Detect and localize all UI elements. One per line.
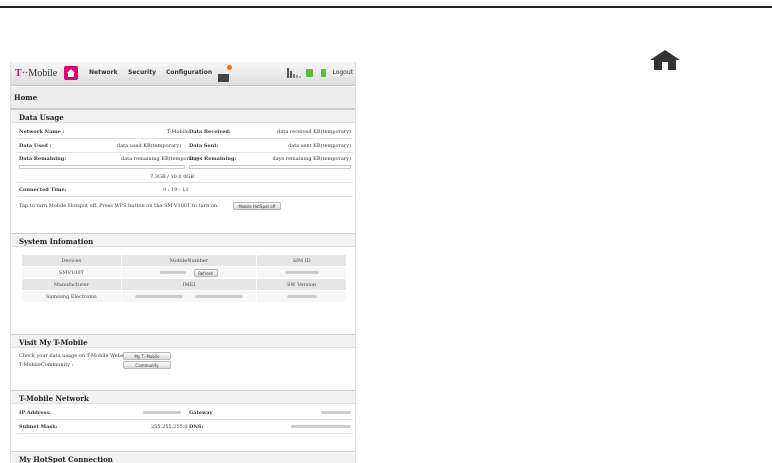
home-icon[interactable] (650, 50, 680, 70)
table-row: Manufacturer IMEI SW Version (21, 278, 347, 291)
logout-link[interactable]: Logout (332, 69, 353, 76)
data-remaining-row: Data Remaining: data remaining KB(tempor… (17, 153, 353, 183)
table-row: SMV100T Refresh (21, 266, 347, 279)
table-row: Samsung Electronis (21, 290, 347, 303)
data-usage-progress-bar (19, 165, 185, 169)
wifi-icon (306, 69, 313, 77)
imei-value-2 (194, 294, 243, 298)
house-icon (67, 69, 75, 77)
ip-address-value (143, 411, 181, 414)
network-name-row: Network Name : T-Mobile Data Received: d… (17, 125, 353, 139)
my-tmobile-button[interactable]: My T··Mobile (123, 352, 171, 360)
usage-readout: 7.3GB / 10.0 0GB (150, 174, 195, 180)
imei-value (135, 294, 184, 298)
system-info-table: Devices MobileNumber SIM ID SMV100T Refr… (21, 254, 347, 303)
top-rule (0, 6, 772, 8)
hotspot-connection-header: My HotSpot Connection (11, 451, 355, 463)
tmobile-network-header: T-Mobile Network (11, 390, 355, 404)
hotspot-toggle-row: Tap to turn Mobile Hotspot off. Press WP… (17, 197, 353, 214)
tmobile-logo[interactable]: T··Mobile (15, 68, 57, 79)
visit-tmobile-header: Visit My T-Mobile (11, 334, 355, 348)
hotspot-off-button[interactable]: Mobile HotSpot off (233, 202, 281, 210)
signal-icon (287, 68, 301, 78)
home-button[interactable] (64, 66, 78, 80)
ip-address-row: IP Address: Gateway (17, 406, 353, 420)
connected-time-row: Connected Time: 0 : 19 : 11 (17, 183, 353, 197)
data-usage-header: Data Usage (11, 109, 355, 123)
subnet-mask-row: Subnet Mask: 255.255.255.0 DNS: (17, 420, 353, 434)
mobile-number-value (160, 271, 187, 274)
table-row: Devices MobileNumber SIM ID (21, 254, 347, 267)
sim-id-value (284, 270, 319, 274)
top-navbar: T··Mobile Network Security Configuration… (11, 62, 355, 86)
browser-page: T··Mobile Network Security Configuration… (10, 62, 356, 463)
system-info-header: System Infomation (11, 233, 355, 247)
nav-network[interactable]: Network (89, 69, 118, 76)
sw-version-value (286, 294, 317, 298)
dns-value (291, 425, 351, 428)
refresh-button[interactable]: Refresh (193, 268, 218, 277)
days-remaining-progress-bar (189, 165, 351, 169)
community-button[interactable]: Community (123, 361, 171, 369)
breadcrumb: Home (11, 87, 355, 109)
message-icon[interactable] (218, 65, 232, 82)
notification-badge (227, 65, 232, 70)
battery-icon (321, 69, 326, 77)
page-title: Home (14, 93, 38, 102)
nav-configuration[interactable]: Configuration (166, 69, 212, 76)
gateway-value (321, 411, 351, 414)
nav-security[interactable]: Security (128, 69, 156, 76)
data-used-row: Data Used : data used KB(temporary) Data… (17, 139, 353, 153)
